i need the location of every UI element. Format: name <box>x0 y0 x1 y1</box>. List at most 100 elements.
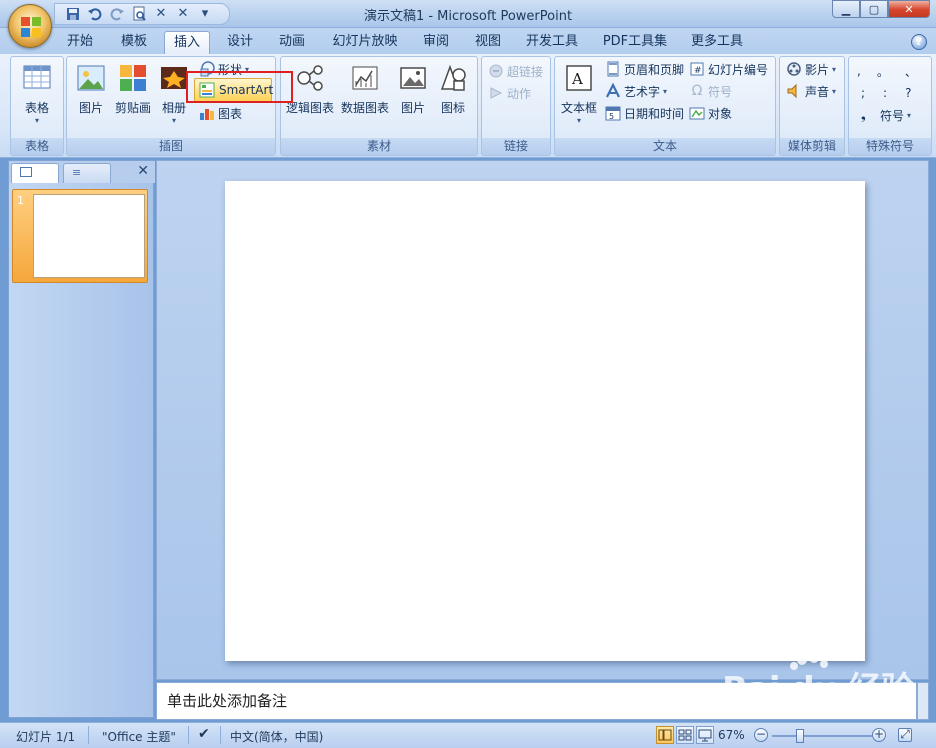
group-label-table: 表格 <box>11 138 63 155</box>
glyph-period[interactable]: 。 <box>877 63 889 80</box>
shapes-button[interactable]: 形状 ▾ <box>199 59 249 79</box>
textbox-button[interactable]: A 文本框 ▾ <box>557 61 601 125</box>
special-glyph-row-2: ; : ? <box>861 83 911 103</box>
album-button[interactable]: 相册 ▾ <box>155 61 193 125</box>
sound-button[interactable]: 声音 ▾ <box>786 81 836 101</box>
group-link: 超链接 动作 链接 <box>481 56 551 156</box>
slide-number-button[interactable]: # 幻灯片编号 <box>689 59 768 79</box>
object-button[interactable]: 对象 <box>689 103 732 123</box>
vertical-scrollbar[interactable] <box>917 682 929 720</box>
film-reel-icon <box>786 61 802 77</box>
svg-text:5: 5 <box>609 112 614 121</box>
window-title: 演示文稿1 - Microsoft PowerPoint <box>363 9 573 24</box>
tab-review[interactable]: 审阅 <box>414 31 458 54</box>
slide-sorter-view-button[interactable] <box>676 726 694 744</box>
window-controls: ▁ ▢ ✕ <box>832 0 930 18</box>
tab-slides[interactable] <box>11 163 59 183</box>
slideshow-view-button[interactable] <box>696 726 714 744</box>
tab-developer[interactable]: 开发工具 <box>520 31 584 54</box>
slide-canvas[interactable] <box>225 181 865 661</box>
glyph-semicolon[interactable]: ; <box>861 86 865 100</box>
action-button[interactable]: 动作 <box>488 83 531 103</box>
movie-button[interactable]: 影片 ▾ <box>786 59 836 79</box>
icon-button[interactable]: 图标 <box>433 61 473 116</box>
status-separator <box>220 726 221 744</box>
svg-text:#: # <box>694 66 702 76</box>
minimize-button[interactable]: ▁ <box>832 0 860 18</box>
tab-insert[interactable]: 插入 <box>164 31 210 54</box>
chart-button[interactable]: 图表 <box>199 103 242 123</box>
picture-icon <box>76 63 106 93</box>
chevron-down-icon: ▾ <box>663 86 668 96</box>
slide-number-label: 幻灯片编号 <box>708 62 769 77</box>
group-label-special: 特殊符号 <box>849 138 931 155</box>
office-button[interactable] <box>8 4 52 48</box>
clipart-button[interactable]: 剪贴画 <box>111 61 155 116</box>
header-footer-button[interactable]: 页眉和页脚 <box>605 59 684 79</box>
normal-view-icon <box>658 729 672 741</box>
chevron-down-icon: ▾ <box>832 86 837 96</box>
tab-animation[interactable]: 动画 <box>270 31 314 54</box>
textbox-label: 文本框 <box>560 101 597 115</box>
group-table: 表格 ▾ 表格 <box>10 56 64 156</box>
tab-design[interactable]: 设计 <box>218 31 262 54</box>
office-logo-icon <box>21 17 41 37</box>
slide-counter: 幻灯片 1/1 <box>16 730 76 744</box>
glyph-question[interactable]: ? <box>905 86 911 100</box>
wordart-button[interactable]: 艺术字 ▾ <box>605 81 667 101</box>
picture-button[interactable]: 图片 <box>71 61 111 116</box>
slide-thumbnail-selected[interactable]: 1 <box>12 189 148 283</box>
special-symbol-button[interactable]: ❟ 符号 ▾ <box>861 105 911 125</box>
chevron-down-icon: ▾ <box>34 116 39 125</box>
table-button[interactable]: 表格 ▾ <box>15 61 59 125</box>
normal-view-button[interactable] <box>656 726 674 744</box>
zoom-in-icon[interactable]: + <box>872 728 886 742</box>
zoom-slider-thumb[interactable] <box>796 729 804 743</box>
glyph-enum-comma[interactable]: 、 <box>905 63 917 80</box>
tab-view[interactable]: 视图 <box>466 31 510 54</box>
close-button[interactable]: ✕ <box>888 0 930 18</box>
group-label-material: 素材 <box>281 138 477 155</box>
wordart-icon <box>605 82 621 99</box>
maximize-button[interactable]: ▢ <box>860 0 888 18</box>
help-icon[interactable]: ? <box>911 34 927 50</box>
slide-thumbnail[interactable] <box>33 194 145 278</box>
smartart-icon <box>199 82 215 98</box>
tab-more-tools[interactable]: 更多工具 <box>684 31 750 54</box>
icon-library-icon <box>438 63 468 93</box>
tab-outline[interactable]: ≡ <box>63 163 111 183</box>
glyph-colon[interactable]: : <box>883 86 887 100</box>
theme-name[interactable]: "Office 主题" <box>102 728 176 745</box>
tab-home[interactable]: 开始 <box>58 31 102 54</box>
header-footer-label: 页眉和页脚 <box>624 62 685 77</box>
language-indicator[interactable]: 中文(简体，中国) <box>230 728 323 745</box>
tab-pdf-tools[interactable]: PDF工具集 <box>596 31 674 54</box>
logic-chart-label: 逻辑图表 <box>285 101 334 115</box>
hyperlink-button[interactable]: 超链接 <box>488 61 543 81</box>
data-chart-button[interactable]: 数据图表 <box>339 61 391 116</box>
textbox-icon: A <box>564 63 594 93</box>
title-bar: ✕ ✕ ▾ 演示文稿1 - Microsoft PowerPoint ▁ ▢ ✕ <box>0 0 936 28</box>
close-icon[interactable]: ✕ <box>137 163 149 179</box>
chevron-down-icon: ▾ <box>245 64 250 74</box>
zoom-slider[interactable] <box>772 735 872 737</box>
datetime-button[interactable]: 5 日期和时间 <box>605 103 684 123</box>
material-picture-button[interactable]: 图片 <box>393 61 433 116</box>
logic-chart-button[interactable]: 逻辑图表 <box>283 61 337 116</box>
zoom-level[interactable]: 67% <box>718 728 745 742</box>
tab-slideshow[interactable]: 幻灯片放映 <box>326 31 404 54</box>
slideshow-icon <box>698 729 712 742</box>
spellcheck-icon[interactable]: ✔ <box>198 726 210 742</box>
data-chart-icon <box>350 63 380 93</box>
fit-to-window-icon[interactable]: ⤢ <box>898 728 912 742</box>
tab-template[interactable]: 模板 <box>112 31 156 54</box>
glyph-comma[interactable]: , <box>857 64 861 78</box>
zoom-out-icon[interactable]: − <box>754 728 768 742</box>
smartart-button[interactable]: SmartArt <box>194 78 273 102</box>
omega-icon: Ω <box>691 83 703 99</box>
symbol-button[interactable]: Ω 符号 <box>689 81 732 101</box>
special-glyph-row-1: , 。 、 <box>857 61 917 81</box>
special-symbol-label: 符号 <box>880 108 905 123</box>
status-separator <box>88 726 89 744</box>
notes-pane[interactable]: 单击此处添加备注 <box>156 682 917 720</box>
